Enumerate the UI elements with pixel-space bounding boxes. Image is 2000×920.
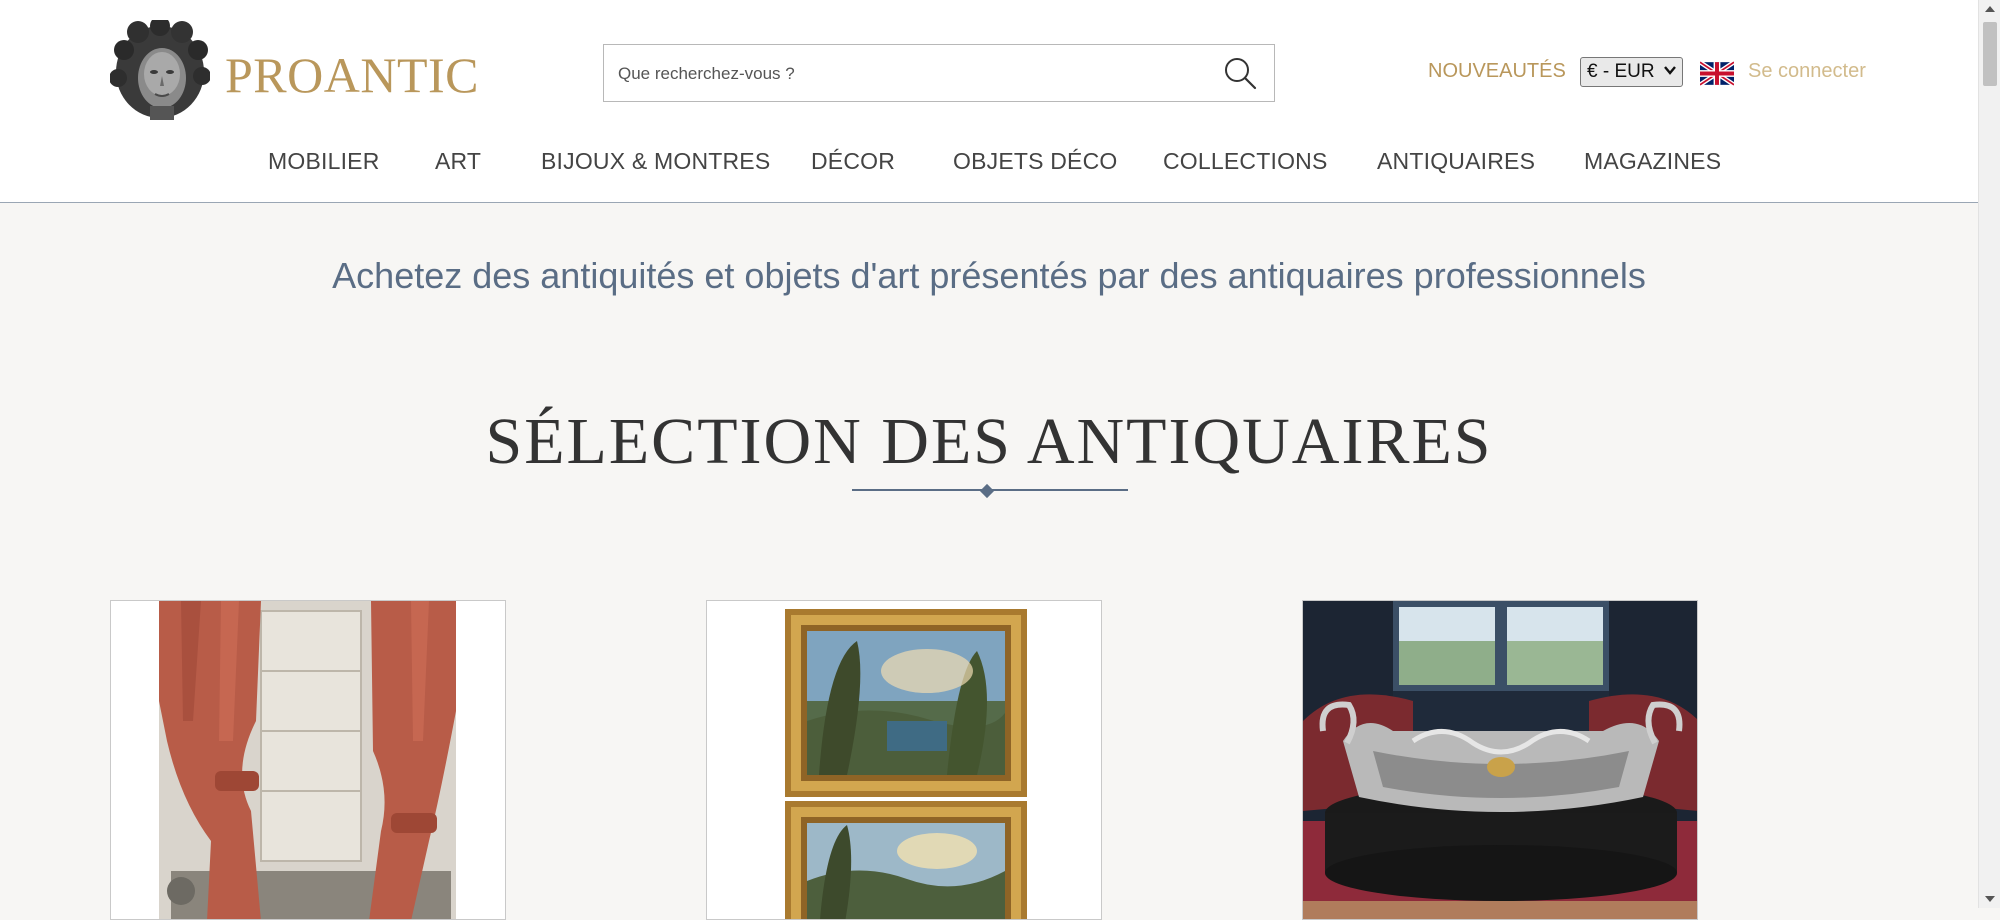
red-curtains-photo[interactable] xyxy=(111,601,506,920)
nav-item-collections[interactable]: COLLECTIONS xyxy=(1163,148,1328,175)
nav-item-magazines[interactable]: MAGAZINES xyxy=(1584,148,1721,175)
silver-jardiniere-photo[interactable] xyxy=(1303,601,1698,920)
site-header: PROANTIC NOUVEAUTÉS € - EUR Se connecter… xyxy=(0,0,1978,203)
page-scrollbar[interactable] xyxy=(1978,0,2000,908)
uk-flag-icon[interactable] xyxy=(1700,61,1734,86)
scroll-down-arrow-icon[interactable] xyxy=(1984,894,1996,904)
nav-item-decor[interactable]: DÉCOR xyxy=(811,148,895,175)
product-card[interactable] xyxy=(110,600,506,920)
login-link[interactable]: Se connecter xyxy=(1748,60,1866,83)
scroll-up-arrow-icon[interactable] xyxy=(1984,4,1996,14)
search-icon[interactable] xyxy=(1222,55,1258,91)
product-card[interactable] xyxy=(1302,600,1698,920)
main-nav: MOBILIER ART BIJOUX & MONTRES DÉCOR OBJE… xyxy=(0,148,1978,178)
page-tagline: Achetez des antiquités et objets d'art p… xyxy=(332,255,1646,296)
sculpted-head-logo-icon[interactable] xyxy=(110,20,210,122)
nav-item-objets-deco[interactable]: OBJETS DÉCO xyxy=(953,148,1118,175)
search-input[interactable] xyxy=(616,59,1180,89)
currency-select[interactable]: € - EUR xyxy=(1580,57,1683,87)
section-title: SÉLECTION DES ANTIQUAIRES xyxy=(485,405,1493,478)
nav-item-mobilier[interactable]: MOBILIER xyxy=(268,148,380,175)
currency-selected-value: € - EUR xyxy=(1587,61,1655,82)
nav-item-bijoux-montres[interactable]: BIJOUX & MONTRES xyxy=(541,148,770,175)
search-box xyxy=(603,44,1275,102)
brand-name[interactable]: PROANTIC xyxy=(225,46,479,104)
nav-item-antiquaires[interactable]: ANTIQUAIRES xyxy=(1377,148,1535,175)
scroll-thumb[interactable] xyxy=(1983,22,1997,86)
title-divider-diamond xyxy=(979,483,995,499)
new-arrivals-link[interactable]: NOUVEAUTÉS xyxy=(1428,60,1566,83)
chevron-down-icon xyxy=(1664,66,1676,75)
nav-item-art[interactable]: ART xyxy=(435,148,481,175)
product-card[interactable] xyxy=(706,600,1102,920)
framed-landscape-paintings-photo[interactable] xyxy=(707,601,1102,920)
